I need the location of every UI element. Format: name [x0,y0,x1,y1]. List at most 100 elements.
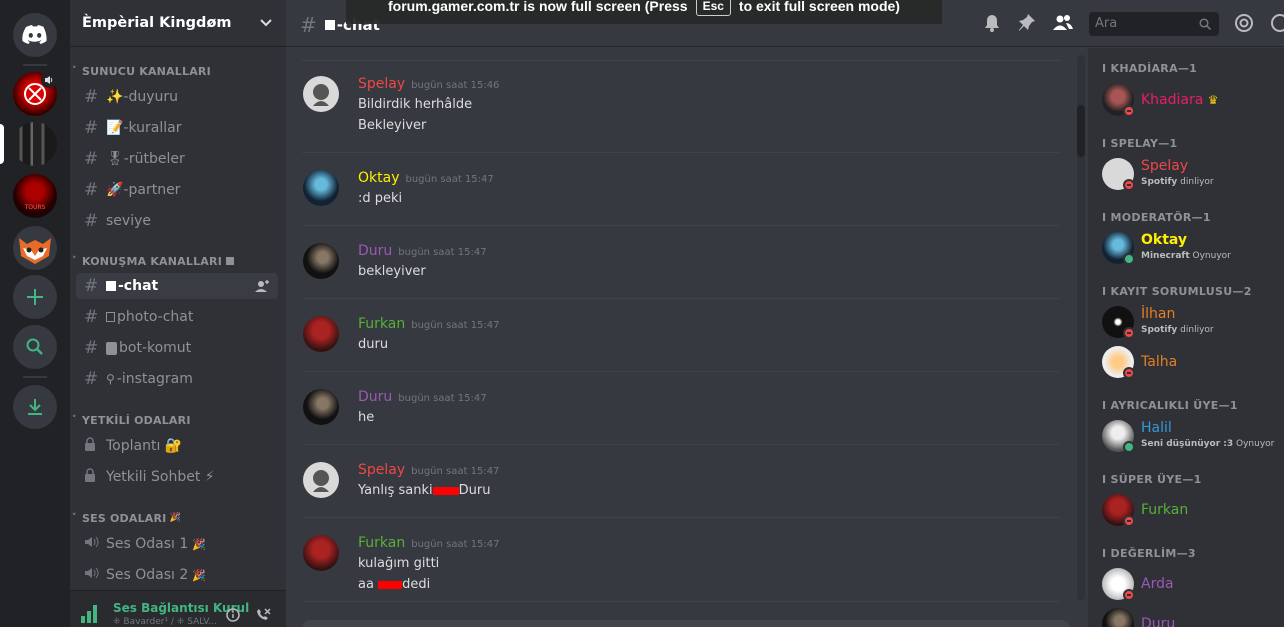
voice-channel-2[interactable]: Ses Odası 2 🎉 [76,562,278,588]
home-button[interactable] [13,13,57,57]
channel-sidebar: Èmpèrial Kingdøm ˅ SUNUCU KANALLARI # ✨-du… [70,0,286,627]
mention-icon[interactable] [1234,13,1254,33]
guild-header[interactable]: Èmpèrial Kingdøm [70,0,286,47]
channel-rutbeler[interactable]: # 🎖-rütbeler [76,146,278,172]
category-sunucu[interactable]: ˅ SUNUCU KANALLARI [70,63,286,79]
member-item[interactable]: İlhan Spotify dinliyor [1102,306,1282,339]
server-icon-raccoon[interactable] [13,226,57,270]
member-name: Furkan [1141,502,1189,518]
info-icon[interactable] [226,608,240,622]
channel-duyuru[interactable]: # ✨-duyuru [76,84,278,110]
member-item[interactable]: Spelay Spotify dinliyor [1102,158,1282,191]
role-header: I KAYIT SORUMLUSU—2 [1102,285,1252,298]
channel-seviye[interactable]: # seviye [76,208,278,234]
voice-detail[interactable]: ⁜ Bavarder¹ / ⁜ SALV... [113,617,217,627]
search-icon [26,338,43,355]
member-name: Arda [1141,576,1174,592]
member-item[interactable]: Furkan [1102,494,1282,527]
message-author[interactable]: Furkan [358,535,405,551]
message-author[interactable]: Spelay [358,462,405,478]
message-author[interactable]: Duru [358,243,392,259]
square-emoji-icon [106,281,116,291]
category-konusma[interactable]: ˅ KONUŞMA KANALLARI [70,253,286,269]
member-name: İlhan [1141,306,1176,322]
channel-partner[interactable]: # 🚀-partner [76,177,278,203]
disconnect-call-icon[interactable] [255,608,271,622]
message-author[interactable]: Furkan [358,316,405,332]
server-icon-3[interactable]: TOURS [13,174,57,218]
avatar[interactable] [303,462,339,498]
search-input[interactable]: Ara [1089,12,1219,36]
explore-servers-button[interactable] [13,325,57,369]
avatar[interactable] [303,243,339,279]
member-activity: Spotify dinliyor [1141,177,1214,187]
divider [302,152,1060,153]
category-ses[interactable]: ˅ SES ODALARI 🎉 [70,510,286,526]
member-activity: Seni düşünüyor :3 Oynuyor [1141,439,1275,449]
add-member-icon[interactable] [254,278,270,294]
member-item[interactable]: Oktay Minecraft Oynuyor [1102,232,1282,265]
message-text: Bekleyiver [358,118,427,133]
hash-icon: # [84,338,99,358]
avatar[interactable] [303,76,339,112]
hash-icon: # [300,13,317,37]
category-yetkili[interactable]: ˅ YETKİLİ ODALARI [70,412,286,428]
member-name: Oktay [1141,232,1188,248]
channel-kurallar[interactable]: # 📝-kurallar [76,115,278,141]
redaction-mark [432,486,459,495]
member-item[interactable]: Talha [1102,346,1282,379]
channel-bot-komut[interactable]: # bot-komut [76,335,278,361]
add-server-button[interactable] [13,275,57,319]
message-author[interactable]: Spelay [358,76,405,92]
avatar[interactable] [303,389,339,425]
member-list-icon[interactable] [1053,13,1073,33]
signal-bars-icon [81,605,97,623]
message-text: kulağım gitti [358,556,440,571]
message-author[interactable]: Duru [358,389,392,405]
lock-icon [84,436,106,456]
member-name: Khadiara ♛ [1141,92,1219,108]
server-icon-empire[interactable] [13,122,57,166]
member-item[interactable]: Khadiara ♛ [1102,84,1282,117]
voice-connection-panel: Ses Bağlantısı Kurul ⁜ Bavarder¹ / ⁜ SAL… [70,590,286,627]
chevron-down-icon: ˅ [72,415,77,425]
message-text: he [358,410,375,425]
channel-photo-chat[interactable]: # photo-chat [76,304,278,330]
avatar[interactable] [303,170,339,206]
chat-scrollbar[interactable] [1077,55,1085,600]
help-icon[interactable] [1270,13,1284,33]
hash-icon: # [84,211,99,231]
pin-icon[interactable] [1018,13,1036,33]
party-emoji-icon: 🎉 [192,568,206,582]
avatar[interactable] [303,535,339,571]
channel-chat[interactable]: # -chat [76,273,278,299]
avatar[interactable] [303,316,339,352]
download-apps-button[interactable] [13,385,57,429]
member-list: I KHADİARA—1 Khadiara ♛ I SPELAY—1 Spela… [1088,48,1284,627]
hash-icon: # [84,307,99,327]
search-icon [1199,18,1211,30]
member-item[interactable]: Arda [1102,568,1282,601]
channel-toplanti[interactable]: Toplantı 🔐 [76,433,278,459]
selected-server-pill [0,124,4,164]
channel-yetkili-sohbet[interactable]: Yetkili Sohbet ⚡ [76,464,278,490]
member-name: Duru [1141,616,1176,627]
channel-instagram[interactable]: # ⚲ -instagram [76,366,278,392]
hash-icon: # [84,149,99,169]
message-timestamp: bugün saat 15:47 [405,174,494,185]
message-author[interactable]: Oktay [358,170,399,186]
role-header: I KHADİARA—1 [1102,62,1198,75]
scrollbar-thumb[interactable] [1077,105,1085,157]
message-text: aa dedi [358,577,431,592]
party-emoji-icon: 🎉 [169,513,181,523]
divider [302,225,1060,226]
esc-key: Esc [695,0,731,16]
message-timestamp: bugün saat 15:47 [411,539,500,550]
member-item[interactable]: Halil Seni düşünüyor :3 Oynuyor [1102,420,1282,453]
member-item[interactable]: Duru [1102,608,1282,627]
divider [302,298,1060,299]
message-composer[interactable] [302,620,1070,627]
voice-channel-1[interactable]: Ses Odası 1 🎉 [76,531,278,557]
rail-separator [23,64,47,66]
bell-icon[interactable] [983,13,1001,33]
